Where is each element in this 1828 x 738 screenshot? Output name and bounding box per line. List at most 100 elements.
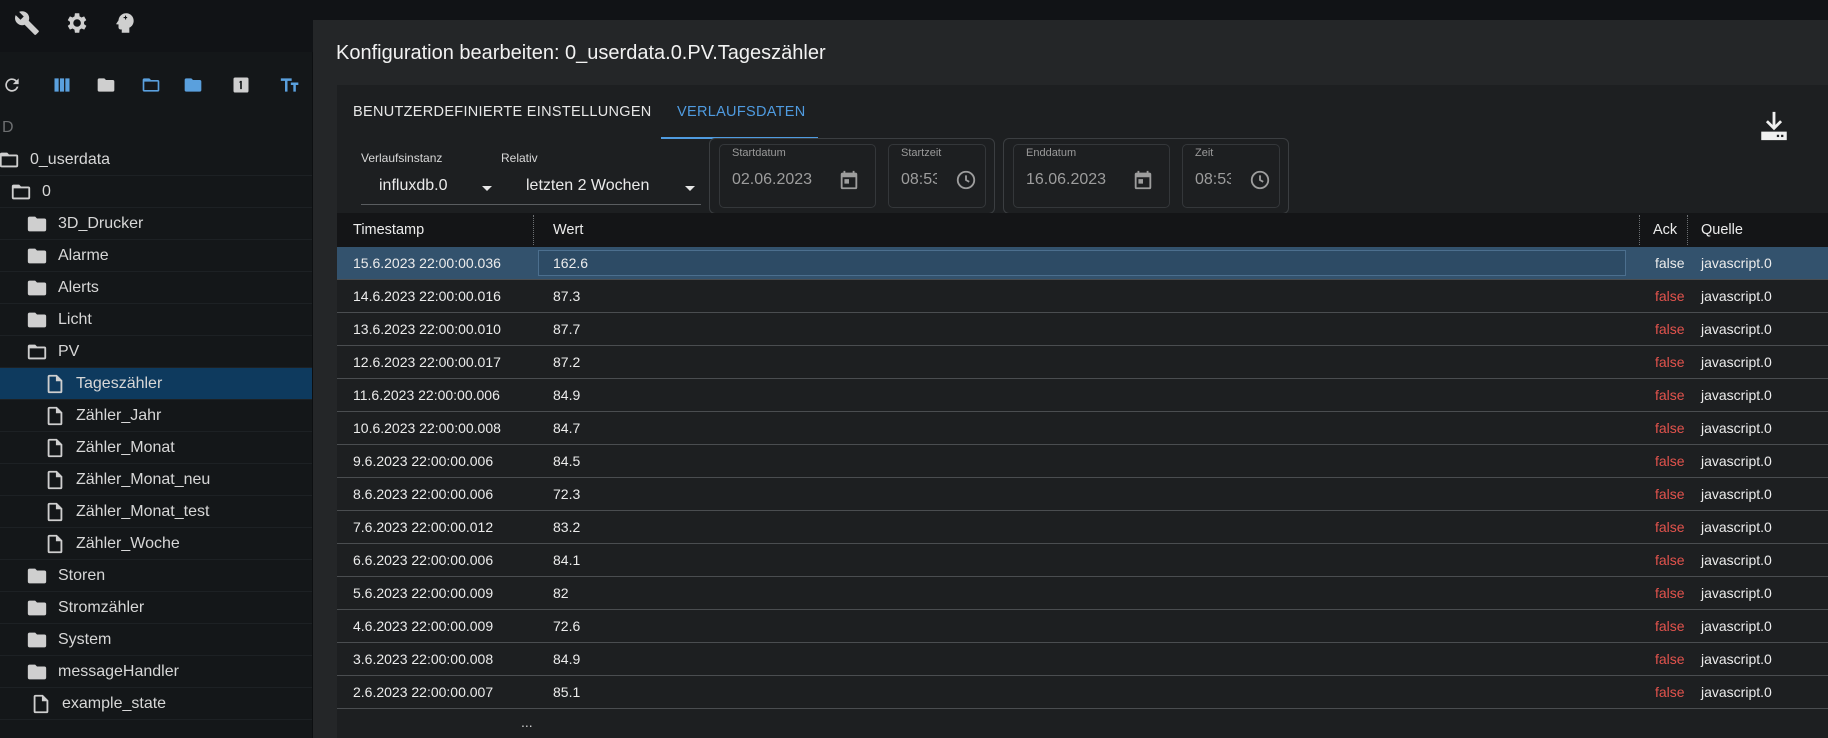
- table-row[interactable]: 9.6.2023 22:00:00.006 84.5 false javascript…: [337, 445, 1828, 478]
- tree-item-label: Storen: [58, 567, 106, 584]
- table-header: Timestamp Wert Ack Quelle: [337, 213, 1828, 247]
- end-date-field[interactable]: Enddatum 16.06.2023: [1013, 144, 1170, 208]
- table-row[interactable]: 14.6.2023 22:00:00.016 87.3 false javascrip…: [337, 280, 1828, 313]
- tree-item[interactable]: Zähler_Woche: [0, 528, 312, 560]
- tree-item[interactable]: Stromzähler: [0, 592, 312, 624]
- table-row[interactable]: 4.6.2023 22:00:00.009 72.6 false javascript…: [337, 610, 1828, 643]
- table-row[interactable]: 11.6.2023 22:00:00.006 84.9 false javascrip…: [337, 379, 1828, 412]
- column-separator[interactable]: [1687, 215, 1688, 245]
- col-source[interactable]: Quelle: [1701, 213, 1743, 247]
- chevron-down-icon: [482, 186, 492, 191]
- folder-icon[interactable]: [183, 75, 203, 95]
- table-row[interactable]: 8.6.2023 22:00:00.006 72.3 false javascript…: [337, 478, 1828, 511]
- tree-item[interactable]: Zähler_Jahr: [0, 400, 312, 432]
- cell-source: javascript.0: [1701, 618, 1772, 634]
- col-value[interactable]: Wert: [553, 213, 583, 247]
- table-row[interactable]: 2.6.2023 22:00:00.007 85.1 false javascript…: [337, 676, 1828, 709]
- tree-item[interactable]: Storen: [0, 560, 312, 592]
- edit-config-dialog: Konfiguration bearbeiten: 0_userdata.0.P…: [313, 20, 1828, 738]
- tree-item-label: Zähler_Monat: [76, 439, 175, 456]
- end-date-label: Enddatum: [1026, 147, 1077, 159]
- chevron-down-icon: [685, 186, 695, 191]
- tree-item-label: Zähler_Monat_test: [76, 503, 210, 520]
- cell-value: 84.5: [553, 453, 581, 469]
- col-ack[interactable]: Ack: [1653, 213, 1677, 247]
- counter-icon[interactable]: [231, 75, 251, 95]
- column-separator[interactable]: [533, 215, 534, 245]
- relative-select[interactable]: letzten 2 Wochen: [501, 167, 701, 205]
- calendar-icon[interactable]: [1132, 169, 1154, 191]
- file-icon: [44, 501, 66, 523]
- tab-custom-settings[interactable]: BENUTZERDEFINIERTE EINSTELLUNGEN: [353, 85, 652, 139]
- cell-source: javascript.0: [1701, 519, 1772, 535]
- tree-item-label: System: [58, 631, 112, 648]
- folder-icon: [26, 565, 48, 587]
- cell-value: 72.6: [553, 618, 581, 634]
- start-date-field[interactable]: Startdatum 02.06.2023: [719, 144, 876, 208]
- text-size-icon[interactable]: [279, 75, 299, 95]
- cell-source: javascript.0: [1701, 321, 1772, 337]
- gear-icon[interactable]: [63, 10, 89, 36]
- cell-timestamp: 8.6.2023 22:00:00.006: [353, 486, 494, 502]
- more-indicator: ...: [521, 714, 533, 730]
- cell-timestamp: 10.6.2023 22:00:00.008: [353, 420, 501, 436]
- instance-select[interactable]: influxdb.0: [361, 167, 501, 205]
- tree-item[interactable]: Alerts: [0, 272, 312, 304]
- folder-open-icon[interactable]: [141, 75, 161, 95]
- tree-item[interactable]: Zähler_Monat: [0, 432, 312, 464]
- folder-icon: [26, 597, 48, 619]
- tree-item[interactable]: 0_userdata: [0, 144, 312, 176]
- tree-item[interactable]: Zähler_Monat_neu: [0, 464, 312, 496]
- table-row[interactable]: 5.6.2023 22:00:00.009 82 false javascript.0: [337, 577, 1828, 610]
- tree-item[interactable]: Alarme: [0, 240, 312, 272]
- download-icon[interactable]: [1757, 109, 1791, 143]
- cell-ack: false: [1655, 585, 1685, 601]
- tree-item[interactable]: 0: [0, 176, 312, 208]
- tree-item[interactable]: Licht: [0, 304, 312, 336]
- table-row[interactable]: 6.6.2023 22:00:00.006 84.1 false javascript…: [337, 544, 1828, 577]
- table-row[interactable]: 10.6.2023 22:00:00.008 84.7 false javascrip…: [337, 412, 1828, 445]
- end-time-field[interactable]: Zeit 08:53: [1182, 144, 1280, 208]
- start-date-label: Startdatum: [732, 147, 786, 159]
- refresh-icon[interactable]: [2, 75, 22, 95]
- file-icon: [30, 693, 52, 715]
- tab-history-data[interactable]: VERLAUFSDATEN: [677, 85, 806, 139]
- tree-item[interactable]: System: [0, 624, 312, 656]
- head-icon[interactable]: [112, 10, 138, 36]
- columns-icon[interactable]: [52, 75, 72, 95]
- cell-ack: false: [1655, 519, 1685, 535]
- dialog-title: Konfiguration bearbeiten: 0_userdata.0.P…: [336, 42, 826, 64]
- cell-source: javascript.0: [1701, 288, 1772, 304]
- clock-icon[interactable]: [955, 169, 977, 191]
- table-row[interactable]: 3.6.2023 22:00:00.008 84.9 false javascript…: [337, 643, 1828, 676]
- tree-item-label: Zähler_Woche: [76, 535, 180, 552]
- folder-closed-icon[interactable]: [96, 75, 116, 95]
- start-time-field[interactable]: Startzeit 08:53: [888, 144, 986, 208]
- cell-source: javascript.0: [1701, 255, 1772, 271]
- table-row[interactable]: 13.6.2023 22:00:00.010 87.7 false javascrip…: [337, 313, 1828, 346]
- tree-item[interactable]: Tageszähler: [0, 368, 312, 400]
- tree-item[interactable]: Zähler_Monat_test: [0, 496, 312, 528]
- cell-timestamp: 12.6.2023 22:00:00.017: [353, 354, 501, 370]
- table-row[interactable]: 7.6.2023 22:00:00.012 83.2 false javascript…: [337, 511, 1828, 544]
- cell-timestamp: 13.6.2023 22:00:00.010: [353, 321, 501, 337]
- tree-item[interactable]: 3D_Drucker: [0, 208, 312, 240]
- wrench-icon[interactable]: [14, 10, 40, 36]
- tree-item[interactable]: messageHandler: [0, 656, 312, 688]
- tree-item-label: 0: [42, 183, 51, 200]
- value-edit-box[interactable]: [538, 250, 1626, 276]
- column-separator[interactable]: [1639, 215, 1640, 245]
- cell-value: 87.2: [553, 354, 581, 370]
- tree-item[interactable]: PV: [0, 336, 312, 368]
- table-row[interactable]: 15.6.2023 22:00:00.036 162.6 false javascri…: [337, 247, 1828, 280]
- table-row[interactable]: 12.6.2023 22:00:00.017 87.2 false javascrip…: [337, 346, 1828, 379]
- tree-header: D: [0, 112, 312, 144]
- cell-value: 85.1: [553, 684, 581, 700]
- calendar-icon[interactable]: [838, 169, 860, 191]
- cell-ack: false: [1655, 552, 1685, 568]
- cell-timestamp: 11.6.2023 22:00:00.006: [353, 387, 500, 403]
- cell-ack: false: [1655, 684, 1685, 700]
- clock-icon[interactable]: [1249, 169, 1271, 191]
- tree-item[interactable]: example_state: [0, 688, 312, 720]
- col-timestamp[interactable]: Timestamp: [353, 213, 424, 247]
